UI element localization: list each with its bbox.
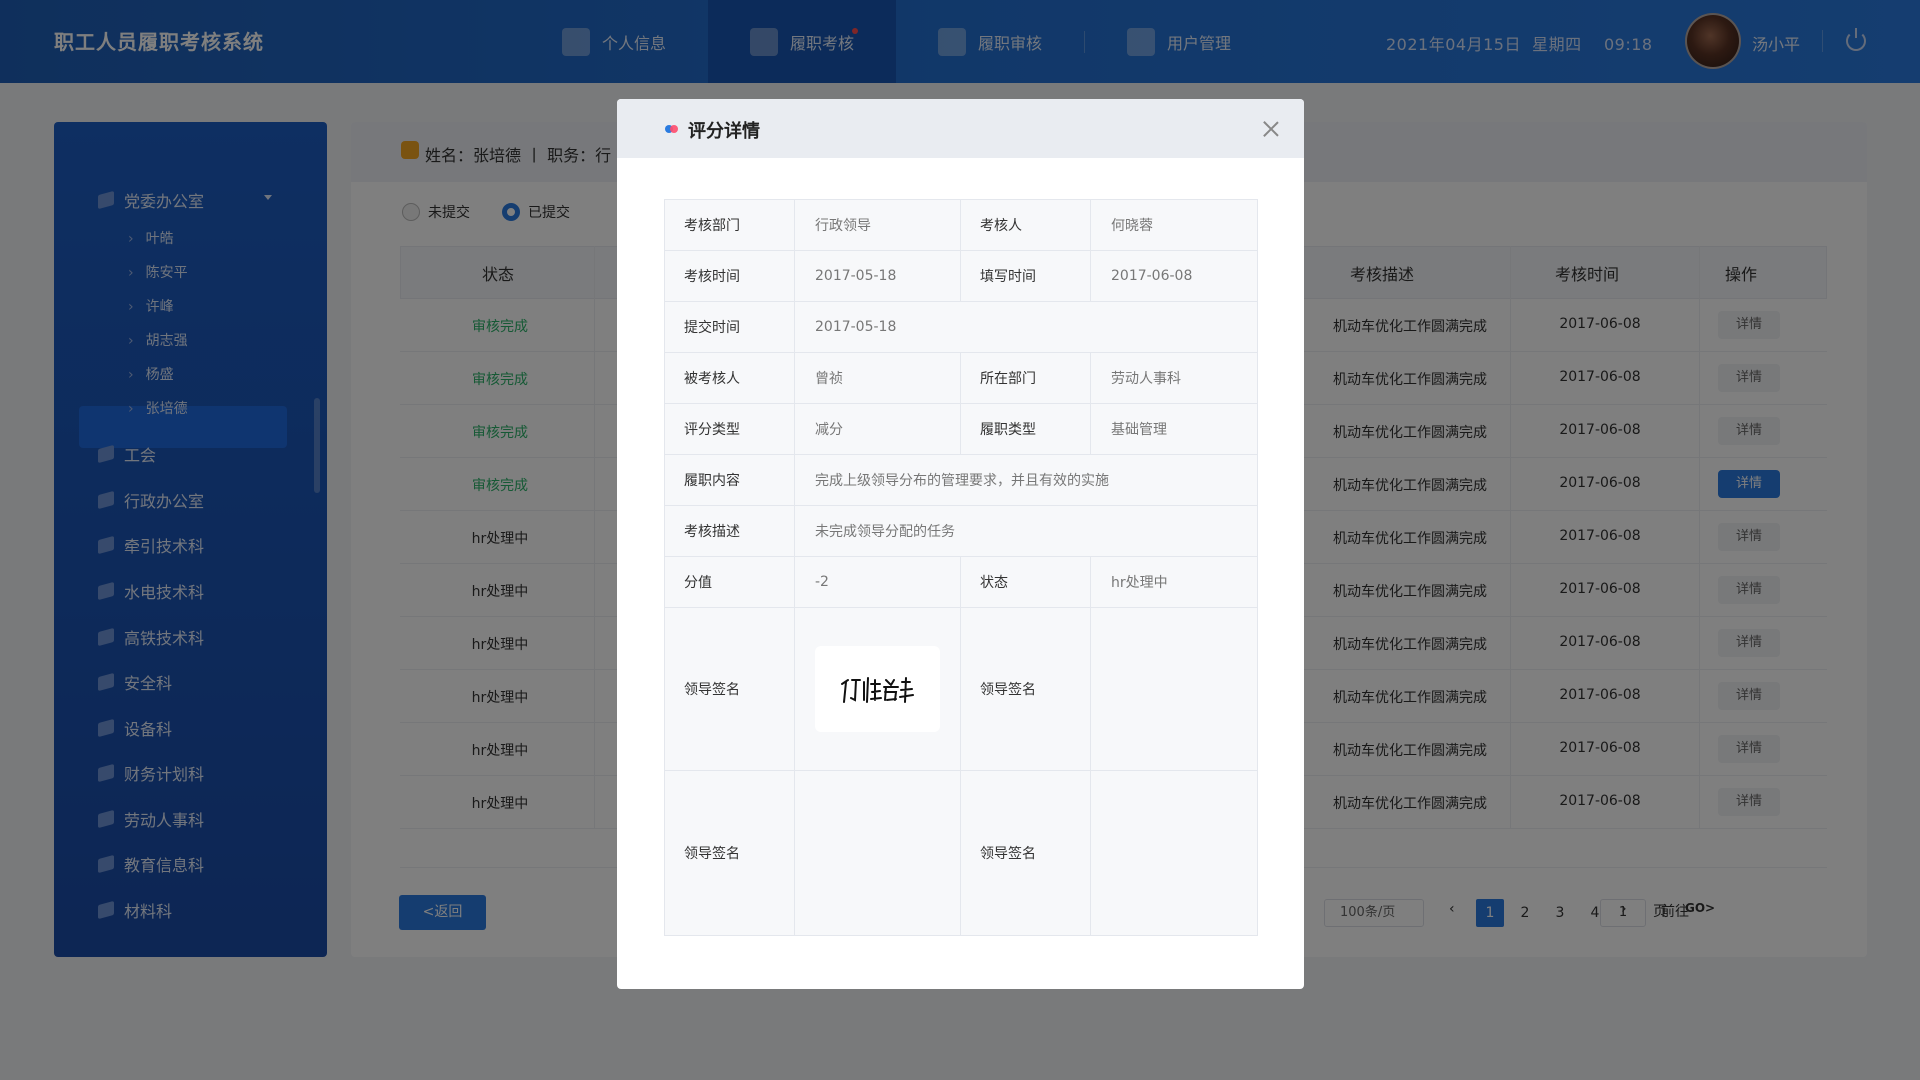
- detail-row: 考核部门 行政领导 考核人 何晓蓉: [665, 200, 1257, 251]
- detail-table: 考核部门 行政领导 考核人 何晓蓉 考核时间 2017-05-18 填写时间 2…: [664, 199, 1258, 936]
- dept-label: 考核部门: [665, 200, 795, 250]
- detail-row: 考核时间 2017-05-18 填写时间 2017-06-08: [665, 251, 1257, 302]
- assessor-value: 何晓蓉: [1091, 200, 1257, 250]
- signature-row: 领导签名 领导签名: [665, 608, 1257, 771]
- leader-sign-label-4: 领导签名: [961, 771, 1091, 935]
- leader-sign-cell: [795, 608, 961, 770]
- fill-time-label: 填写时间: [961, 251, 1091, 301]
- assessee-value: 曾祯: [795, 353, 961, 403]
- detail-row: 提交时间 2017-05-18: [665, 302, 1257, 353]
- leader-sign-cell-2: [1091, 608, 1257, 770]
- score-type-label: 评分类型: [665, 404, 795, 454]
- dept2-label: 所在部门: [961, 353, 1091, 403]
- score-detail-modal: 评分详情 考核部门 行政领导 考核人 何晓蓉 考核时间 2017-05-18 填…: [617, 99, 1304, 989]
- signature-image: [815, 646, 940, 732]
- submit-time-label: 提交时间: [665, 302, 795, 352]
- modal-header: 评分详情: [617, 99, 1304, 158]
- handwritten-signature: [840, 677, 914, 703]
- assess-time-value: 2017-05-18: [795, 251, 961, 301]
- detail-row: 评分类型 减分 履职类型 基础管理: [665, 404, 1257, 455]
- signature-row: 领导签名 领导签名: [665, 771, 1257, 935]
- assess-desc-label: 考核描述: [665, 506, 795, 556]
- detail-row: 履职内容 完成上级领导分布的管理要求，并且有效的实施: [665, 455, 1257, 506]
- duty-content-value: 完成上级领导分布的管理要求，并且有效的实施: [795, 455, 1257, 505]
- detail-row: 分值 -2 状态 hr处理中: [665, 557, 1257, 608]
- close-icon[interactable]: [1261, 119, 1281, 139]
- duty-type-label: 履职类型: [961, 404, 1091, 454]
- assess-desc-value: 未完成领导分配的任务: [795, 506, 1257, 556]
- duty-content-label: 履职内容: [665, 455, 795, 505]
- fill-time-value: 2017-06-08: [1091, 251, 1257, 301]
- brand-dots-icon: [665, 125, 679, 133]
- score-label: 分值: [665, 557, 795, 607]
- duty-type-value: 基础管理: [1091, 404, 1257, 454]
- status-label: 状态: [961, 557, 1091, 607]
- leader-sign-label: 领导签名: [665, 608, 795, 770]
- leader-sign-cell-3: [795, 771, 961, 935]
- modal-title: 评分详情: [688, 121, 760, 142]
- assessee-label: 被考核人: [665, 353, 795, 403]
- assess-time-label: 考核时间: [665, 251, 795, 301]
- score-type-value: 减分: [795, 404, 961, 454]
- assessor-label: 考核人: [961, 200, 1091, 250]
- score-value: -2: [795, 557, 961, 607]
- dept-value: 行政领导: [795, 200, 961, 250]
- submit-time-value: 2017-05-18: [795, 302, 1257, 352]
- detail-row: 考核描述 未完成领导分配的任务: [665, 506, 1257, 557]
- detail-row: 被考核人 曾祯 所在部门 劳动人事科: [665, 353, 1257, 404]
- dept2-value: 劳动人事科: [1091, 353, 1257, 403]
- leader-sign-label-3: 领导签名: [665, 771, 795, 935]
- leader-sign-cell-4: [1091, 771, 1257, 935]
- leader-sign-label-2: 领导签名: [961, 608, 1091, 770]
- status-value: hr处理中: [1091, 557, 1257, 607]
